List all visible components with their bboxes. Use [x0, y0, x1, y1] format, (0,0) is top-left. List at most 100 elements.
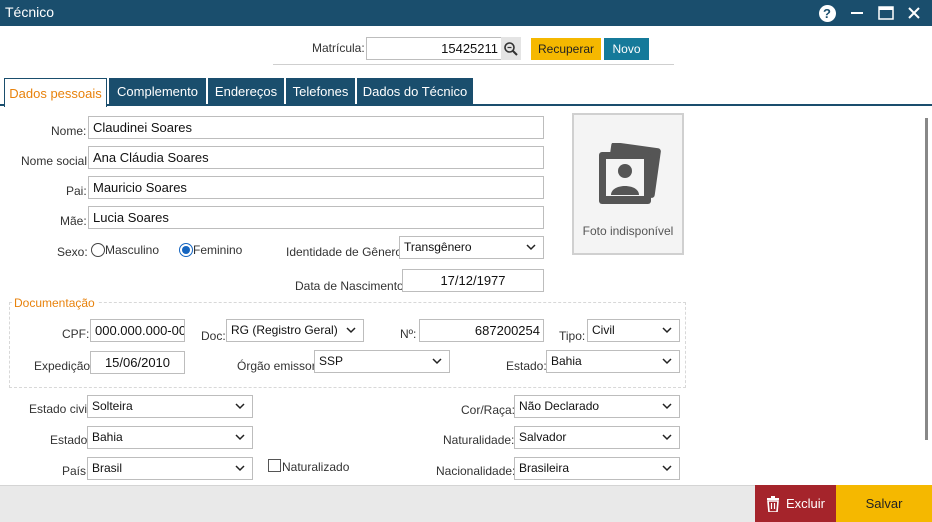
doc-estado-value: Bahia — [551, 354, 582, 368]
tabbar-underline — [0, 104, 932, 106]
chevron-down-icon — [662, 403, 672, 410]
expedicao-label: Expedição: — [34, 359, 94, 373]
vertical-scrollbar[interactable] — [925, 118, 928, 440]
chevron-down-icon — [235, 465, 245, 472]
estado-value: Bahia — [92, 430, 123, 444]
mae-input[interactable]: Lucia Soares — [88, 206, 544, 229]
nome-social-label: Nome social: — [21, 154, 91, 168]
chevron-down-icon — [346, 327, 356, 334]
tab-complemento[interactable]: Complemento — [109, 78, 206, 105]
minimize-button[interactable] — [843, 0, 871, 26]
window-titlebar: Técnico ? — [0, 0, 932, 26]
nacionalidade-label: Nacionalidade: — [436, 464, 516, 478]
nome-social-input[interactable]: Ana Cláudia Soares — [88, 146, 544, 169]
orgao-emissor-value: SSP — [319, 354, 344, 368]
help-button[interactable]: ? — [813, 0, 841, 26]
nome-label: Nome: — [51, 124, 87, 138]
naturalizado-checkbox[interactable] — [268, 459, 281, 472]
pais-select[interactable]: Brasil — [87, 457, 253, 480]
excluir-button[interactable]: Excluir — [755, 485, 836, 522]
photo-placeholder[interactable]: Foto indisponível — [572, 113, 684, 255]
active-tab-gap — [5, 104, 106, 107]
close-button[interactable] — [900, 0, 928, 26]
documentacao-legend: Documentação — [14, 296, 98, 310]
estado-civil-label: Estado civil: — [29, 402, 94, 416]
photo-caption: Foto indisponível — [582, 224, 674, 238]
chevron-down-icon — [235, 434, 245, 441]
expedicao-input[interactable]: 15/06/2010 — [90, 351, 185, 374]
close-icon — [908, 7, 920, 19]
estado-label: Estado: — [50, 433, 91, 447]
data-nascimento-label: Data de Nascimento: — [295, 279, 408, 293]
identidade-genero-label: Identidade de Gênero: — [286, 245, 406, 259]
doc-value: RG (Registro Geral) — [231, 323, 338, 337]
pais-value: Brasil — [92, 461, 123, 475]
estado-civil-select[interactable]: Solteira — [87, 395, 253, 418]
documentacao-group — [9, 302, 686, 388]
chevron-down-icon — [662, 434, 672, 441]
pai-label: Pai: — [66, 184, 87, 198]
data-nascimento-input[interactable]: 17/12/1977 — [402, 269, 544, 292]
orgao-emissor-label: Órgão emissor: — [237, 359, 320, 373]
naturalidade-select[interactable]: Salvador — [514, 426, 680, 449]
cor-raca-value: Não Declarado — [519, 399, 600, 413]
novo-button[interactable]: Novo — [604, 38, 649, 60]
tab-telefones[interactable]: Telefones — [286, 78, 355, 105]
cor-raca-select[interactable]: Não Declarado — [514, 395, 680, 418]
sexo-masculino-radio[interactable] — [91, 243, 105, 257]
recuperar-button[interactable]: Recuperar — [531, 38, 601, 60]
chevron-down-icon — [662, 327, 672, 334]
doc-estado-label: Estado: — [506, 359, 547, 373]
tipo-select[interactable]: Civil — [587, 319, 680, 342]
cor-raca-label: Cor/Raça: — [461, 403, 516, 417]
cpf-label: CPF: — [62, 327, 90, 341]
chevron-down-icon — [662, 358, 672, 365]
chevron-down-icon — [432, 358, 442, 365]
nacionalidade-select[interactable]: Brasileira — [514, 457, 680, 480]
sexo-label: Sexo: — [57, 245, 88, 259]
tipo-value: Civil — [592, 323, 615, 337]
matricula-input[interactable]: 15425211 — [366, 37, 502, 60]
doc-select[interactable]: RG (Registro Geral) — [226, 319, 364, 342]
tab-enderecos[interactable]: Endereços — [208, 78, 284, 105]
photo-icon — [599, 143, 661, 204]
identidade-genero-value: Transgênero — [404, 240, 472, 254]
tab-dados-pessoais[interactable]: Dados pessoais — [4, 78, 107, 107]
cpf-input[interactable]: 000.000.000-00 — [90, 319, 185, 342]
minimize-icon — [851, 12, 863, 14]
trash-icon — [766, 495, 779, 512]
doc-estado-select[interactable]: Bahia — [546, 350, 680, 373]
chevron-down-icon — [235, 403, 245, 410]
doc-label: Doc: — [201, 329, 226, 343]
chevron-down-icon — [662, 465, 672, 472]
orgao-emissor-select[interactable]: SSP — [314, 350, 450, 373]
header-divider — [273, 64, 674, 65]
mae-label: Mãe: — [60, 214, 87, 228]
pais-label: País: — [62, 464, 90, 478]
estado-civil-value: Solteira — [92, 399, 133, 413]
pai-input[interactable]: Mauricio Soares — [88, 176, 544, 199]
chevron-down-icon — [526, 244, 536, 251]
naturalizado-label[interactable]: Naturalizado — [282, 460, 349, 474]
maximize-icon — [878, 6, 894, 20]
numero-input[interactable]: 687200254 — [419, 319, 544, 342]
nacionalidade-value: Brasileira — [519, 461, 570, 475]
nome-input[interactable]: Claudinei Soares — [88, 116, 544, 139]
sexo-feminino-radio[interactable] — [179, 243, 193, 257]
numero-label: Nº: — [400, 327, 417, 341]
sexo-masculino-label[interactable]: Masculino — [105, 243, 159, 257]
matricula-label: Matrícula: — [312, 41, 365, 55]
sexo-feminino-label[interactable]: Feminino — [193, 243, 242, 257]
estado-select[interactable]: Bahia — [87, 426, 253, 449]
matricula-search-button[interactable] — [501, 37, 521, 60]
naturalidade-label: Naturalidade: — [443, 433, 515, 447]
tipo-label: Tipo: — [559, 329, 586, 343]
excluir-label: Excluir — [785, 496, 825, 511]
maximize-button[interactable] — [872, 0, 900, 26]
tab-dados-tecnico[interactable]: Dados do Técnico — [357, 78, 473, 105]
search-icon — [504, 41, 518, 56]
window-title: Técnico — [5, 4, 55, 20]
identidade-genero-select[interactable]: Transgênero — [399, 236, 544, 259]
salvar-button[interactable]: Salvar — [836, 485, 932, 522]
naturalidade-value: Salvador — [519, 430, 567, 444]
